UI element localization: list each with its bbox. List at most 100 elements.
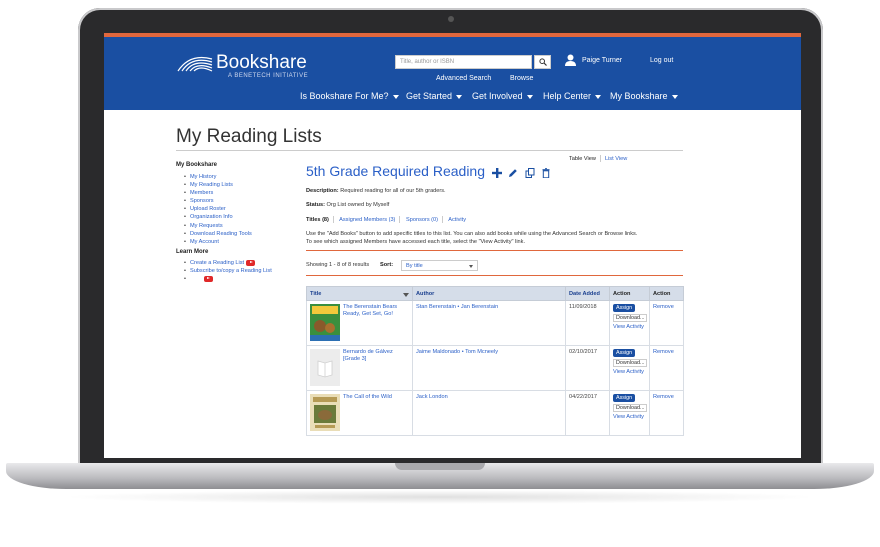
advanced-search-link[interactable]: Advanced Search [436, 75, 491, 82]
assign-button[interactable]: Assign [613, 394, 636, 402]
table-row: The Berenstain Bears Ready, Get Set, Go!… [306, 300, 684, 346]
book-cover-image[interactable] [310, 304, 340, 341]
sidebar-item-my-history[interactable]: My History [184, 173, 252, 181]
date-column-header[interactable]: Date Added [565, 286, 610, 301]
author-cell[interactable]: Jack London [412, 390, 566, 436]
sidebar-item-download-reading-tools[interactable]: Download Reading Tools [184, 230, 252, 238]
chevron-down-icon [595, 94, 602, 99]
section-divider [306, 250, 683, 251]
nav-help-center[interactable]: Help Center [543, 91, 602, 101]
learn-item-label: Create a Reading List [189, 260, 245, 266]
copy-icon[interactable] [525, 165, 535, 178]
learn-more-list: Create a Reading List Subscribe to/copy … [184, 259, 272, 283]
remove-cell: Remove [649, 390, 684, 436]
title-cell: The Call of the Wild [306, 390, 413, 436]
divider [599, 155, 601, 162]
view-activity-link[interactable]: View Activity [613, 324, 646, 330]
tab-assigned-members[interactable]: Assigned Members (3) [339, 217, 395, 223]
table-view-option[interactable]: Table View [569, 156, 596, 162]
sidebar-item-my-requests[interactable]: My Requests [184, 222, 252, 230]
sidebar-item-members[interactable]: Members [184, 189, 252, 197]
browse-link[interactable]: Browse [510, 75, 533, 82]
sort-dropdown[interactable]: By title [401, 260, 478, 271]
search-input[interactable]: Title, author or ISBN [395, 55, 532, 69]
view-activity-link[interactable]: View Activity [613, 414, 646, 420]
title-column-header[interactable]: Title [306, 286, 413, 301]
help-text-1: Use the "Add Books" button to add specif… [306, 231, 638, 237]
sidebar-nav: My History My Reading Lists Members Spon… [184, 173, 252, 246]
remove-cell: Remove [649, 345, 684, 391]
nav-my-bookshare[interactable]: My Bookshare [610, 91, 678, 101]
youtube-icon[interactable] [203, 275, 213, 282]
assign-button[interactable]: Assign [613, 304, 636, 312]
author-cell[interactable]: Jaime Maldonado • Tom Mcneely [412, 345, 566, 391]
list-view-link[interactable]: List View [605, 156, 627, 162]
user-icon [565, 54, 576, 66]
camera-icon [448, 16, 454, 22]
reading-list-table: Title Author Date Added Action Action Th… [306, 286, 684, 436]
sidebar-item-my-account[interactable]: My Account [184, 238, 252, 246]
youtube-icon[interactable] [246, 259, 256, 266]
download-button[interactable]: Download... [613, 359, 648, 367]
sidebar-item-organization-info[interactable]: Organization Info [184, 213, 252, 221]
book-title-link[interactable]: The Berenstain Bears Ready, Get Set, Go! [343, 304, 405, 318]
table-row: The Call of the Wild Jack London 04/22/2… [306, 390, 684, 436]
main-nav: Is Bookshare For Me? Get Started Get Inv… [104, 91, 801, 105]
learn-item-label: Subscribe to/copy a Reading List [189, 268, 272, 275]
book-title-link[interactable]: Bernardo de Gálvez [Grade 3] [343, 349, 405, 363]
sort-label-text: Sort: [380, 262, 394, 268]
remove-link[interactable]: Remove [653, 394, 674, 400]
browser-screen: Bookshare A BENETECH INITIATIVE Title, a… [104, 33, 801, 458]
edit-pencil-icon[interactable] [508, 165, 518, 177]
nav-label: Is Bookshare For Me? [300, 91, 389, 101]
search-button[interactable] [534, 55, 551, 69]
description-text: Required reading for all of our 5th grad… [340, 188, 446, 194]
nav-get-started[interactable]: Get Started [406, 91, 463, 101]
user-name-link[interactable]: Paige Turner [582, 57, 622, 64]
action-column-header-2: Action [649, 286, 684, 301]
table-header-row: Title Author Date Added Action Action [306, 286, 684, 301]
logout-link[interactable]: Log out [650, 57, 673, 64]
chevron-down-icon [392, 94, 399, 99]
author-column-header[interactable]: Author [412, 286, 566, 301]
learn-item-subscribe[interactable]: Subscribe to/copy a Reading List [184, 267, 272, 275]
remove-link[interactable]: Remove [653, 304, 674, 310]
action-column-header: Action [609, 286, 650, 301]
assign-button[interactable]: Assign [613, 349, 636, 357]
tab-activity[interactable]: Activity [448, 217, 466, 223]
remove-cell: Remove [649, 300, 684, 346]
download-button[interactable]: Download... [613, 314, 648, 322]
author-cell[interactable]: Stan Berenstain • Jan Berenstain [412, 300, 566, 346]
date-added-cell: 11/09/2018 [565, 300, 610, 346]
header-label: Title [310, 290, 322, 297]
book-cover-placeholder[interactable] [310, 349, 340, 386]
book-cover-image[interactable] [310, 394, 340, 431]
remove-link[interactable]: Remove [653, 349, 674, 355]
table-row: Bernardo de Gálvez [Grade 3] Jaime Maldo… [306, 345, 684, 391]
learn-item-create[interactable]: Create a Reading List [184, 259, 272, 267]
chevron-down-icon [671, 94, 678, 99]
status-label: Status: [306, 202, 325, 208]
title-divider [176, 150, 683, 151]
sidebar-item-upload-roster[interactable]: Upload Roster [184, 205, 252, 213]
action-cell: Assign Download... View Activity [609, 390, 650, 436]
nav-is-bookshare-for-me[interactable]: Is Bookshare For Me? [300, 91, 399, 101]
logo-name: Bookshare [216, 52, 307, 73]
action-cell: Assign Download... View Activity [609, 300, 650, 346]
search-icon [539, 58, 547, 66]
action-cell: Assign Download... View Activity [609, 345, 650, 391]
nav-get-involved[interactable]: Get Involved [472, 91, 533, 101]
book-title-link[interactable]: The Call of the Wild [343, 394, 405, 401]
chevron-down-icon [456, 94, 463, 99]
date-added-cell: 04/22/2017 [565, 390, 610, 436]
sidebar-item-sponsors[interactable]: Sponsors [184, 197, 252, 205]
add-books-icon[interactable] [492, 165, 502, 178]
sidebar-item-my-reading-lists[interactable]: My Reading Lists [184, 181, 252, 189]
trash-icon[interactable] [541, 165, 551, 179]
reading-list-title: 5th Grade Required Reading [306, 163, 486, 179]
tab-titles[interactable]: Titles (8) [306, 217, 329, 223]
tab-sponsors[interactable]: Sponsors (0) [406, 217, 438, 223]
view-activity-link[interactable]: View Activity [613, 369, 646, 375]
logo-book-icon [177, 56, 213, 72]
download-button[interactable]: Download... [613, 404, 648, 412]
